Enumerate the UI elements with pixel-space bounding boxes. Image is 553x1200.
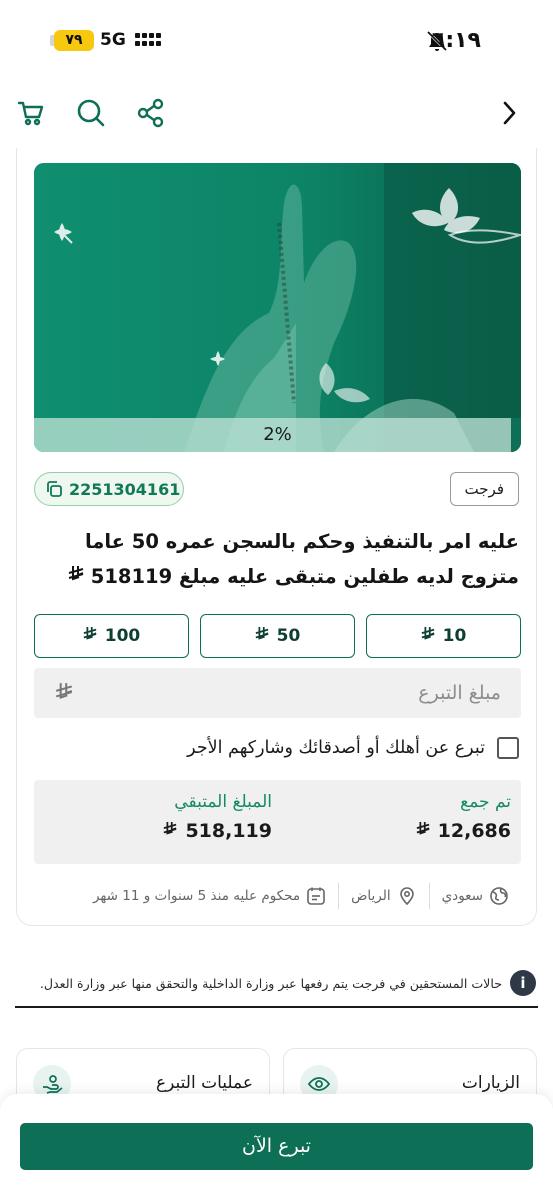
case-meta: سعودي الرياض محكوم عليه منذ 5 سنوات و 11… — [34, 882, 521, 910]
collected-value: 12,686 — [437, 820, 511, 842]
back-chevron-icon[interactable] — [492, 96, 526, 130]
section-divider — [15, 1006, 538, 1008]
meta-sentence: محكوم عليه منذ 5 سنوات و 11 شهر — [81, 886, 338, 906]
bottom-action-bar: تبرع الآن — [0, 1094, 553, 1200]
remaining-stat: المبلغ المتبقي 518,119 — [163, 792, 272, 842]
case-id-copy[interactable]: 2251304161 — [34, 472, 184, 506]
praying-hands-illustration — [34, 163, 521, 452]
cart-icon[interactable] — [14, 96, 48, 130]
status-badge: فرجت — [449, 472, 519, 506]
case-image: 2% — [34, 163, 521, 452]
collected-amount: 12,686 — [416, 820, 511, 842]
location-pin-icon — [399, 887, 414, 906]
amount-label: 50 — [276, 626, 301, 646]
riyal-icon — [68, 565, 84, 588]
amount-button-50[interactable]: 50 — [200, 614, 355, 658]
collected-label: تم جمع — [460, 792, 511, 812]
nationality-text: سعودي — [441, 888, 483, 904]
search-icon[interactable] — [74, 96, 108, 130]
riyal-icon — [255, 626, 269, 647]
city-text: الرياض — [351, 888, 391, 904]
amount-button-100[interactable]: 100 — [34, 614, 189, 658]
gift-label: تبرع عن أهلك أو أصدقائك وشاركهم الأجر — [187, 738, 485, 758]
riyal-icon — [55, 683, 73, 699]
remaining-amount: 518,119 — [163, 820, 272, 842]
amount-placeholder: مبلغ التبرع — [418, 682, 501, 704]
meta-nationality: سعودي — [430, 886, 521, 906]
signal-icon — [135, 33, 161, 46]
riyal-icon — [163, 820, 177, 842]
notice-text: حالات المستحقين في فرجت يتم رفعها عبر وز… — [39, 975, 502, 991]
donation-stats: تم جمع 12,686 المبلغ المتبقي 518,119 — [34, 780, 521, 864]
clock: ٦:١٩ — [431, 28, 481, 53]
meta-divider — [428, 883, 430, 909]
amount-label: 100 — [104, 626, 141, 646]
remaining-label: المبلغ المتبقي — [174, 792, 272, 812]
case-title-text: عليه امر بالتنفيذ وحكم بالسجن عمره 50 عا… — [84, 530, 519, 588]
top-bar — [0, 84, 553, 144]
progress-label: 2% — [263, 424, 292, 445]
network-type: 5G — [100, 30, 126, 50]
info-icon: i — [510, 970, 536, 996]
visits-title: الزيارات — [461, 1073, 520, 1093]
progress-bar: 2% — [34, 418, 521, 452]
battery-indicator: ٧٩ — [54, 30, 94, 51]
donation-amount-input[interactable]: مبلغ التبرع — [34, 668, 521, 718]
riyal-icon — [83, 626, 97, 647]
remaining-value: 518,119 — [185, 820, 272, 842]
donate-now-button[interactable]: تبرع الآن — [20, 1123, 533, 1170]
case-card: 2% فرجت 2251304161 عليه امر بالتنفيذ وحك… — [16, 148, 537, 926]
globe-icon — [490, 887, 508, 905]
sentence-text: محكوم عليه منذ 5 سنوات و 11 شهر — [92, 888, 301, 904]
meta-divider — [338, 883, 340, 909]
quick-amounts: 10 50 100 — [34, 614, 521, 658]
calendar-icon — [307, 887, 325, 905]
case-id-text: 2251304161 — [69, 479, 181, 499]
meta-city: الرياض — [339, 886, 429, 906]
gift-option: تبرع عن أهلك أو أصدقائك وشاركهم الأجر — [32, 733, 519, 763]
gift-checkbox[interactable] — [497, 737, 519, 759]
case-title: عليه امر بالتنفيذ وحكم بالسجن عمره 50 عا… — [32, 524, 519, 594]
amount-button-10[interactable]: 10 — [366, 614, 521, 658]
riyal-icon — [421, 626, 435, 647]
amount-label: 10 — [442, 626, 467, 646]
riyal-icon — [416, 820, 430, 842]
copy-icon — [47, 481, 62, 497]
share-icon[interactable] — [134, 96, 168, 130]
donations-title: عمليات التبرع — [155, 1073, 253, 1093]
verification-notice: i حالات المستحقين في فرجت يتم رفعها عبر … — [18, 966, 536, 1000]
status-bar: ٧٩ 5G ٦:١٩ — [0, 0, 553, 80]
collected-stat: تم جمع 12,686 — [416, 792, 511, 842]
